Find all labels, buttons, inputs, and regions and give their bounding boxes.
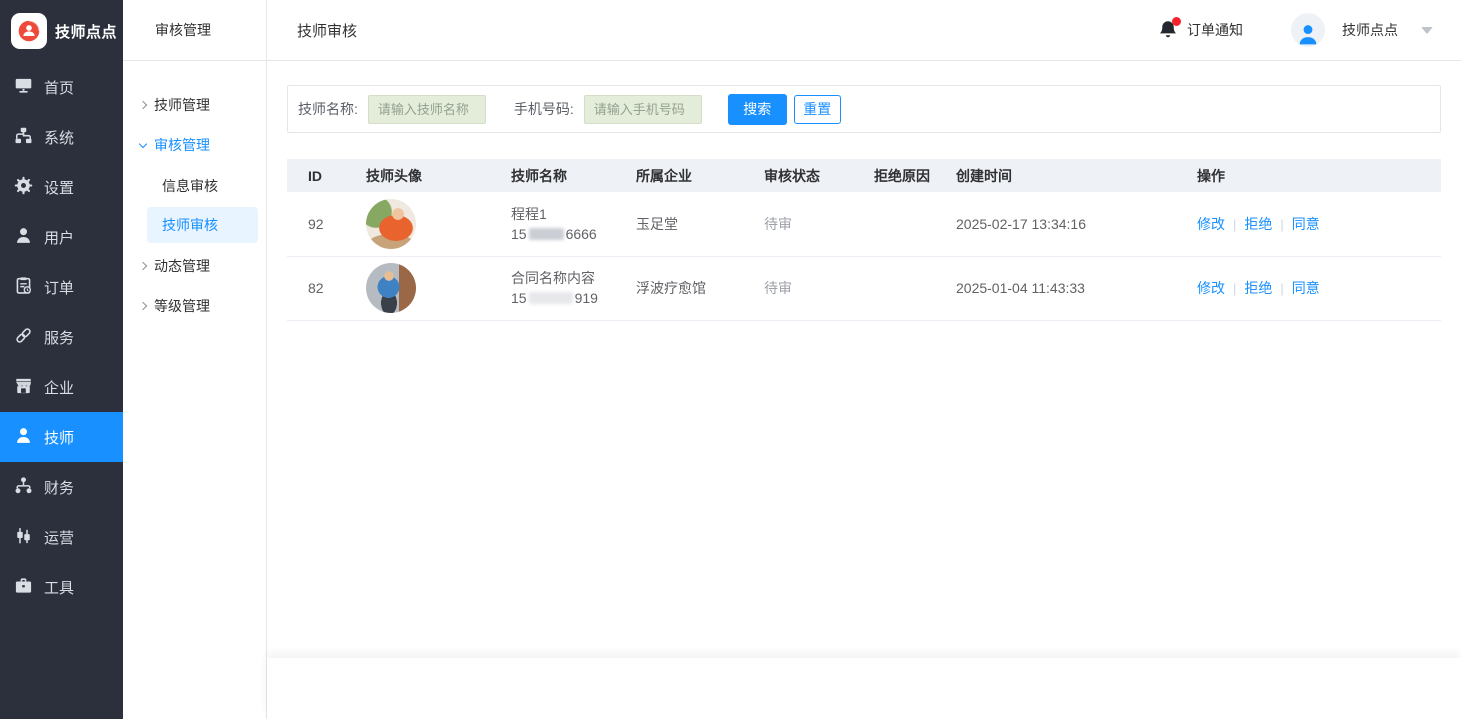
header-status: 审核状态 [764,159,874,192]
header-created: 创建时间 [956,159,1197,192]
clipboard-icon [14,276,33,299]
secondary-sidebar: 审核管理 技师管理 审核管理 信息审核 技师审核 动态管理 等级管理 [123,0,267,719]
cell-operations: 修改|拒绝|同意 [1197,192,1441,256]
header-company: 所属企业 [636,159,764,192]
sidebar-item-tools[interactable]: 工具 [0,562,123,612]
technician-name-label: 技师名称: [298,99,358,119]
cell-reject-reason [874,256,956,320]
sidebar-item-finance[interactable]: 财务 [0,462,123,512]
technician-name: 合同名称内容 [511,268,636,288]
store-icon [14,376,33,399]
link-icon [14,326,33,349]
submenu-item-technician-mgmt[interactable]: 技师管理 [123,85,266,125]
cell-reject-reason [874,192,956,256]
sidebar-item-system[interactable]: 系统 [0,112,123,162]
sidebar-item-orders[interactable]: 订单 [0,262,123,312]
submenu-item-audit-mgmt[interactable]: 审核管理 [123,125,266,165]
technician-audit-table: ID 技师头像 技师名称 所属企业 审核状态 拒绝原因 创建时间 操作 92 [287,159,1441,321]
topbar-right: 订单通知 技师点点 [1158,13,1433,47]
page-title: 技师审核 [297,20,357,41]
table-header-row: ID 技师头像 技师名称 所属企业 审核状态 拒绝原因 创建时间 操作 [287,159,1441,192]
modify-link[interactable]: 修改 [1197,216,1225,232]
reject-link[interactable]: 拒绝 [1244,216,1272,232]
brand-name: 技师点点 [55,21,117,42]
sidebar-item-users[interactable]: 用户 [0,212,123,262]
phone-number-input[interactable] [584,95,702,124]
technician-avatar[interactable] [366,199,416,249]
sidebar-item-home[interactable]: 首页 [0,62,123,112]
submenu-item-dynamic-mgmt[interactable]: 动态管理 [123,246,266,286]
header-reject-reason: 拒绝原因 [874,159,956,192]
modify-link[interactable]: 修改 [1197,280,1225,296]
search-panel: 技师名称: 手机号码: 搜索 重置 [287,85,1441,133]
chevron-down-icon [139,139,147,147]
reject-link[interactable]: 拒绝 [1244,280,1272,296]
masked-digits [529,292,573,304]
approve-link[interactable]: 同意 [1292,216,1320,232]
masked-digits [529,228,564,240]
notification-badge [1172,17,1181,26]
cell-id: 82 [287,256,366,320]
briefcase-icon [14,576,33,599]
order-notification-button[interactable]: 订单通知 [1158,19,1243,41]
app-window: 技师点点 首页 系统 设置 用户 订单 [0,0,1461,719]
primary-nav: 首页 系统 设置 用户 订单 服务 [0,62,123,612]
header-id: ID [287,159,366,192]
caret-down-icon [1421,27,1433,34]
sidebar-item-services[interactable]: 服务 [0,312,123,362]
status-badge: 待审 [764,192,874,256]
cell-company: 浮波疗愈馆 [636,256,764,320]
header-name: 技师名称 [511,159,636,192]
chevron-right-icon [139,101,147,109]
cell-operations: 修改|拒绝|同意 [1197,256,1441,320]
user-icon [14,226,33,249]
avatar [1291,13,1325,47]
topbar: 技师审核 订单通知 技师点点 [267,0,1461,61]
cell-created: 2025-01-04 11:43:33 [956,256,1197,320]
bell-icon [1158,19,1178,41]
table-row: 92 程程1 156666 玉足堂 待审 2025-02-17 13:34:16… [287,192,1441,256]
chevron-right-icon [139,262,147,270]
org-chart-icon [14,126,33,149]
technician-avatar[interactable] [366,263,416,313]
cell-company: 玉足堂 [636,192,764,256]
submenu-title: 审核管理 [123,0,266,61]
reset-button[interactable]: 重置 [794,95,841,124]
approve-link[interactable]: 同意 [1292,280,1320,296]
finance-org-icon [14,476,33,499]
submenu-item-technician-audit[interactable]: 技师审核 [147,207,258,243]
technician-phone: 15919 [511,288,636,308]
submenu-nav: 技师管理 审核管理 信息审核 技师审核 动态管理 等级管理 [123,61,266,326]
technician-name: 程程1 [511,204,636,224]
submenu-item-info-audit[interactable]: 信息审核 [147,168,258,204]
main-area: 技师审核 订单通知 技师点点 [267,0,1461,719]
status-badge: 待审 [764,256,874,320]
brand-logo[interactable]: 技师点点 [0,0,123,62]
user-menu[interactable]: 技师点点 [1291,13,1433,47]
header-operations: 操作 [1197,159,1441,192]
header-avatar: 技师头像 [366,159,511,192]
submenu-item-level-mgmt[interactable]: 等级管理 [123,286,266,326]
cell-id: 92 [287,192,366,256]
technician-logo-icon [11,13,47,49]
search-button[interactable]: 搜索 [728,94,787,125]
gear-icon [14,176,33,199]
content: 技师名称: 手机号码: 搜索 重置 ID 技师头像 技师名称 [267,61,1461,719]
pagination-footer [267,658,1461,719]
technician-name-input[interactable] [368,95,486,124]
sidebar-item-technicians[interactable]: 技师 [0,412,123,462]
sidebar-item-settings[interactable]: 设置 [0,162,123,212]
user-name: 技师点点 [1342,20,1398,40]
technician-phone: 156666 [511,224,636,244]
phone-number-label: 手机号码: [514,99,574,119]
table-row: 82 合同名称内容 15919 浮波疗愈馆 待审 2025-01-04 11:4… [287,256,1441,320]
primary-sidebar: 技师点点 首页 系统 设置 用户 订单 [0,0,123,719]
technician-icon [14,426,33,449]
candlestick-icon [14,526,33,549]
cell-created: 2025-02-17 13:34:16 [956,192,1197,256]
sidebar-item-operations[interactable]: 运营 [0,512,123,562]
chevron-right-icon [139,302,147,310]
sidebar-item-enterprise[interactable]: 企业 [0,362,123,412]
monitor-icon [14,76,33,99]
